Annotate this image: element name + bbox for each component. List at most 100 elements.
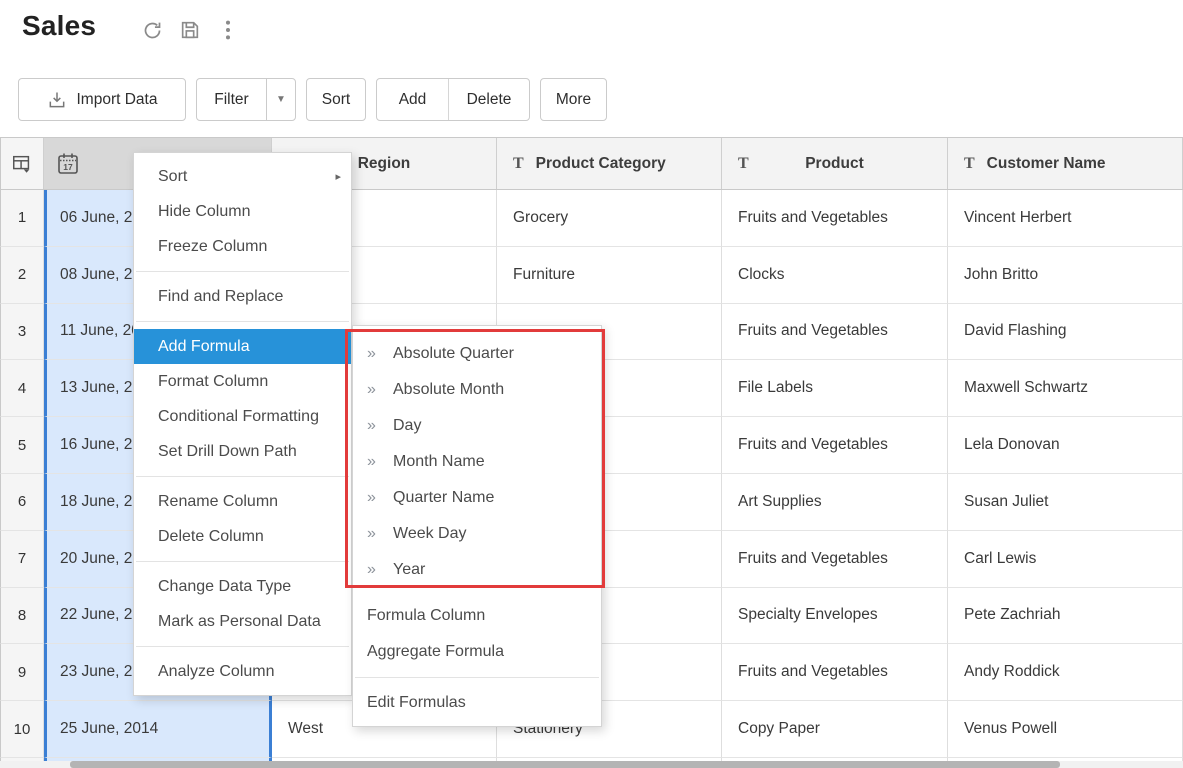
customer-cell[interactable]: Venus Powell — [948, 701, 1183, 758]
double-chevron-icon: » — [367, 453, 393, 471]
menu-item-mark-as-personal-data[interactable]: Mark as Personal Data — [134, 604, 351, 639]
add-button[interactable]: Add — [377, 79, 449, 120]
submenu-item-label: Quarter Name — [393, 489, 494, 507]
customer-cell[interactable]: Pete Zachriah — [948, 588, 1183, 645]
row-number[interactable]: 7 — [0, 531, 44, 588]
product-header-label: Product — [805, 155, 864, 173]
refresh-icon[interactable] — [140, 18, 164, 42]
row-number[interactable]: 10 — [0, 701, 44, 758]
region-header-label: Region — [358, 155, 411, 173]
product-cell[interactable]: Fruits and Vegetables — [722, 304, 948, 361]
product-cell[interactable]: Clocks — [722, 247, 948, 304]
date-cell[interactable]: 25 June, 2014 — [44, 701, 272, 758]
customer-cell[interactable]: Carl Lewis — [948, 531, 1183, 588]
menu-item-label: Format Column — [158, 373, 268, 391]
menu-separator — [134, 314, 351, 329]
menu-separator — [134, 264, 351, 279]
menu-item-conditional-formatting[interactable]: Conditional Formatting — [134, 399, 351, 434]
product-column-header[interactable]: T Product — [722, 138, 948, 189]
kebab-menu-icon[interactable] — [216, 18, 240, 42]
menu-item-find-and-replace[interactable]: Find and Replace — [134, 279, 351, 314]
row-number[interactable]: 5 — [0, 417, 44, 474]
submenu-item-absolute-month[interactable]: »Absolute Month — [353, 372, 601, 408]
submenu-item-week-day[interactable]: »Week Day — [353, 516, 601, 552]
submenu-item-day[interactable]: »Day — [353, 408, 601, 444]
submenu-item-quarter-name[interactable]: »Quarter Name — [353, 480, 601, 516]
submenu-item-label: Formula Column — [367, 607, 485, 625]
menu-item-add-formula[interactable]: Add Formula — [134, 329, 351, 364]
double-chevron-icon: » — [367, 525, 393, 543]
submenu-item-month-name[interactable]: »Month Name — [353, 444, 601, 480]
row-number[interactable]: 8 — [0, 588, 44, 645]
menu-item-change-data-type[interactable]: Change Data Type — [134, 569, 351, 604]
menu-item-sort[interactable]: Sort▸ — [134, 159, 351, 194]
save-icon[interactable] — [178, 18, 202, 42]
menu-item-label: Rename Column — [158, 493, 278, 511]
menu-item-set-drill-down-path[interactable]: Set Drill Down Path — [134, 434, 351, 469]
customer-cell[interactable]: Andy Roddick — [948, 644, 1183, 701]
submenu-item-formula-column[interactable]: Formula Column — [353, 598, 601, 634]
import-data-button[interactable]: Import Data — [18, 78, 186, 121]
column-context-menu: Sort▸ Hide Column Freeze Column Find and Re… — [133, 152, 352, 696]
product-cell[interactable]: Specialty Envelopes — [722, 588, 948, 645]
menu-item-hide-column[interactable]: Hide Column — [134, 194, 351, 229]
menu-item-label: Hide Column — [158, 203, 250, 221]
filter-button-group: Filter ▼ — [196, 78, 296, 121]
customer-cell[interactable]: David Flashing — [948, 304, 1183, 361]
product-cell[interactable]: Copy Paper — [722, 701, 948, 758]
submenu-separator — [353, 670, 601, 685]
page-title: Sales — [22, 10, 96, 42]
row-number[interactable]: 1 — [0, 190, 44, 247]
customer-cell[interactable]: Susan Juliet — [948, 474, 1183, 531]
submenu-item-label: Absolute Quarter — [393, 345, 514, 363]
add-delete-button-group: Add Delete — [376, 78, 530, 121]
submenu-item-year[interactable]: »Year — [353, 552, 601, 588]
submenu-item-aggregate-formula[interactable]: Aggregate Formula — [353, 634, 601, 670]
menu-item-delete-column[interactable]: Delete Column — [134, 519, 351, 554]
formula-items: Formula Column Aggregate Formula Edit Form… — [353, 598, 601, 721]
category-cell[interactable]: Grocery — [497, 190, 722, 247]
product-cell[interactable]: Fruits and Vegetables — [722, 417, 948, 474]
menu-item-label: Analyze Column — [158, 663, 275, 681]
menu-item-label: Set Drill Down Path — [158, 443, 297, 461]
submenu-item-label: Month Name — [393, 453, 485, 471]
customer-cell[interactable]: Vincent Herbert — [948, 190, 1183, 247]
category-cell[interactable]: Furniture — [497, 247, 722, 304]
double-chevron-icon: » — [367, 417, 393, 435]
row-number[interactable]: 2 — [0, 247, 44, 304]
submenu-item-absolute-quarter[interactable]: »Absolute Quarter — [353, 336, 601, 372]
customer-name-column-header[interactable]: T Customer Name — [948, 138, 1183, 189]
row-number[interactable]: 3 — [0, 304, 44, 361]
delete-button[interactable]: Delete — [449, 79, 529, 120]
submenu-item-label: Edit Formulas — [367, 694, 466, 712]
import-icon — [47, 90, 67, 110]
product-cell[interactable]: Art Supplies — [722, 474, 948, 531]
horizontal-scrollbar-thumb[interactable] — [70, 761, 1060, 768]
row-number[interactable]: 6 — [0, 474, 44, 531]
filter-button[interactable]: Filter — [197, 79, 266, 120]
app-window: Sales Import Data Filter ▼ Sort Add Dele… — [0, 0, 1183, 768]
product-cell[interactable]: Fruits and Vegetables — [722, 531, 948, 588]
menu-item-rename-column[interactable]: Rename Column — [134, 484, 351, 519]
row-number[interactable]: 9 — [0, 644, 44, 701]
customer-cell[interactable]: Lela Donovan — [948, 417, 1183, 474]
menu-item-freeze-column[interactable]: Freeze Column — [134, 229, 351, 264]
product-cell[interactable]: Fruits and Vegetables — [722, 644, 948, 701]
product-cell[interactable]: Fruits and Vegetables — [722, 190, 948, 247]
select-all-header-cell[interactable] — [0, 138, 44, 189]
double-chevron-icon: » — [367, 561, 393, 579]
submenu-item-edit-formulas[interactable]: Edit Formulas — [353, 685, 601, 721]
customer-cell[interactable]: John Britto — [948, 247, 1183, 304]
row-number[interactable]: 4 — [0, 360, 44, 417]
svg-text:17: 17 — [63, 162, 73, 172]
customer-cell[interactable]: Maxwell Schwartz — [948, 360, 1183, 417]
horizontal-scrollbar-track[interactable] — [0, 761, 1183, 768]
filter-dropdown-caret-icon[interactable]: ▼ — [266, 79, 295, 120]
more-button[interactable]: More — [540, 78, 607, 121]
menu-item-analyze-column[interactable]: Analyze Column — [134, 654, 351, 689]
submenu-item-label: Aggregate Formula — [367, 643, 504, 661]
menu-item-format-column[interactable]: Format Column — [134, 364, 351, 399]
product-cell[interactable]: File Labels — [722, 360, 948, 417]
sort-button[interactable]: Sort — [306, 78, 366, 121]
product-category-column-header[interactable]: T Product Category — [497, 138, 722, 189]
